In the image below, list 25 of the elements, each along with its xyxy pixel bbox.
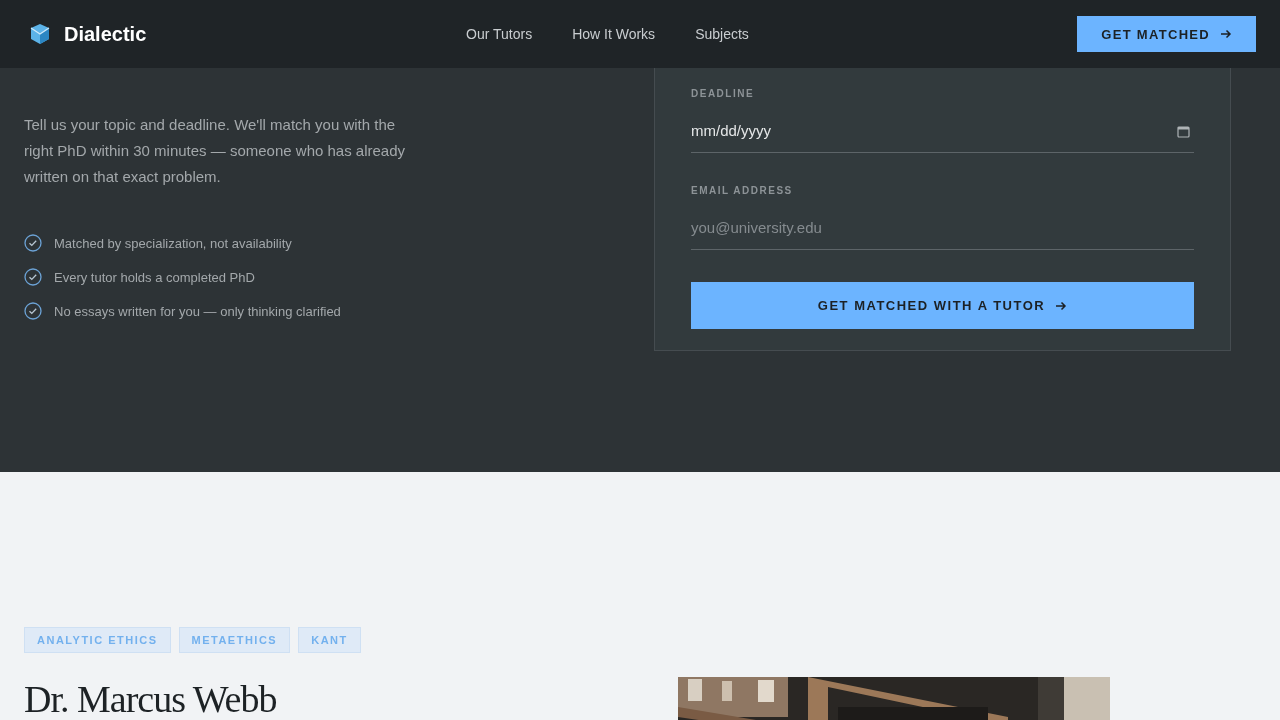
check-circle-icon	[24, 302, 42, 320]
check-circle-icon	[24, 268, 42, 286]
subject-tag: KANT	[298, 627, 361, 653]
calendar-icon[interactable]	[1177, 125, 1190, 138]
brand-name[interactable]: Dialectic	[64, 22, 147, 46]
hero-intro: Tell us your topic and deadline. We'll match you with the right PhD within 30 minutes — someone who has already written on that exact problem.	[24, 115, 407, 187]
feature-point: Matched by specialization, not availability	[54, 235, 292, 251]
tutor-name: Dr. Marcus Webb	[24, 677, 278, 720]
field-label: EMAIL ADDRESS	[691, 185, 794, 196]
nav-link[interactable]: Our Tutors	[466, 26, 533, 42]
email-field[interactable]: you@university.edu	[691, 206, 1194, 250]
arrow-right-icon	[1055, 299, 1068, 312]
get-matched-button[interactable]: GET MATCHED	[1077, 16, 1256, 52]
check-circle-icon	[24, 234, 42, 252]
feature-point: No essays written for you — only thinking clarified	[54, 303, 341, 319]
arrow-right-icon	[1220, 28, 1232, 40]
date-field[interactable]: mm/dd/yyyy	[691, 109, 1194, 153]
nav-link[interactable]: Subjects	[695, 26, 749, 42]
cube-logo-icon	[28, 22, 52, 46]
feature-point: Every tutor holds a completed PhD	[54, 269, 255, 285]
submit-button[interactable]: GET MATCHED WITH A TUTOR	[691, 282, 1194, 329]
field-label: DEADLINE	[691, 88, 756, 99]
subject-tag: METAETHICS	[178, 627, 291, 653]
subject-tag: ANALYTIC ETHICS	[24, 627, 171, 653]
nav-link[interactable]: How It Works	[572, 26, 656, 42]
